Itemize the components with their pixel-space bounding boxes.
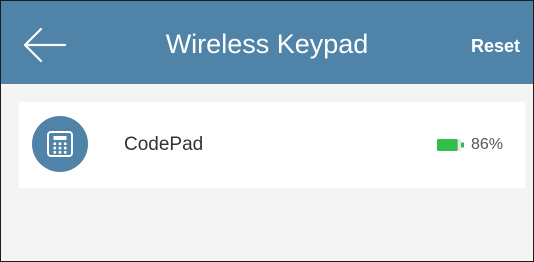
reset-button[interactable]: Reset [471, 31, 520, 61]
app-screen: Wireless Keypad Reset CodePad 86% [0, 0, 534, 262]
header-bar: Wireless Keypad Reset [1, 1, 533, 84]
device-list-item[interactable]: CodePad 86% [19, 102, 525, 188]
arrow-left-icon [23, 27, 67, 63]
device-name: CodePad [124, 134, 204, 155]
keypad-icon [47, 131, 73, 157]
battery-status: 86% [436, 102, 503, 188]
page-title: Wireless Keypad [165, 29, 369, 59]
back-button[interactable] [23, 27, 67, 63]
battery-percent: 86% [470, 136, 503, 153]
device-avatar [32, 116, 88, 172]
battery-icon [436, 139, 464, 151]
